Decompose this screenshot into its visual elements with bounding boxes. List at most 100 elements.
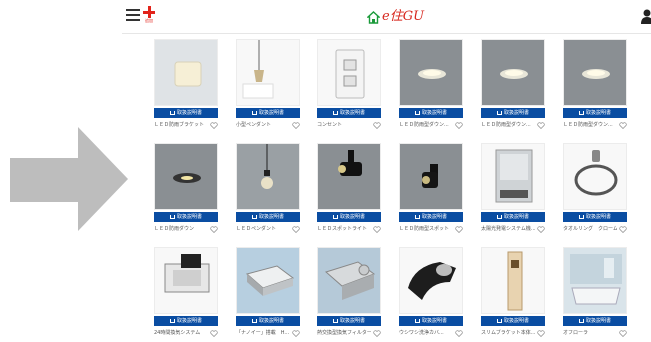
book-icon	[169, 319, 175, 323]
manual-button[interactable]: 取扱説明書	[563, 316, 627, 326]
add-button[interactable]: 追加	[143, 6, 155, 28]
heart-icon[interactable]	[292, 330, 300, 337]
product-card[interactable]: 取扱説明書 24時間換気システム	[154, 247, 218, 342]
product-image[interactable]	[481, 247, 545, 314]
manual-button[interactable]: 取扱説明書	[236, 212, 300, 222]
product-card[interactable]: 取扱説明書 オフローラ	[563, 247, 627, 342]
hamburger-menu-icon[interactable]	[126, 9, 140, 21]
manual-button[interactable]: 取扱説明書	[399, 316, 463, 326]
manual-button[interactable]: 取扱説明書	[399, 108, 463, 118]
product-card[interactable]: 取扱説明書 太陽光発電システム機...	[481, 143, 545, 238]
product-card[interactable]: 取扱説明書 ＬＥＤ防雨型ダウン...	[399, 39, 463, 134]
manual-button[interactable]: 取扱説明書	[154, 316, 218, 326]
product-card[interactable]: 取扱説明書 スリムブラケット本体...	[481, 247, 545, 342]
heart-icon[interactable]	[210, 330, 218, 337]
site-header: 追加 e住GU	[122, 0, 651, 34]
product-name: タオルリング クローム	[563, 226, 617, 232]
heart-icon[interactable]	[210, 226, 218, 233]
book-icon	[496, 111, 502, 115]
book-icon	[578, 215, 584, 219]
product-name: コンセント	[317, 122, 343, 128]
product-image[interactable]	[154, 39, 218, 106]
heart-icon[interactable]	[455, 122, 463, 129]
manual-button[interactable]: 取扱説明書	[317, 212, 381, 222]
manual-button[interactable]: 取扱説明書	[481, 212, 545, 222]
product-image[interactable]	[563, 143, 627, 210]
book-icon	[332, 215, 338, 219]
product-image[interactable]	[236, 143, 300, 210]
product-card[interactable]: 取扱説明書 ＬＥＤスポットライト	[317, 143, 381, 238]
manual-button[interactable]: 取扱説明書	[154, 108, 218, 118]
product-image[interactable]	[481, 39, 545, 106]
product-image[interactable]	[563, 247, 627, 314]
heart-icon[interactable]	[619, 122, 627, 129]
site-logo[interactable]: e住GU	[367, 8, 424, 26]
product-card[interactable]: 取扱説明書 コンセント	[317, 39, 381, 134]
book-icon	[169, 111, 175, 115]
heart-icon[interactable]	[373, 226, 381, 233]
product-card[interactable]: 取扱説明書 ＬＥＤ防雨ブラケット	[154, 39, 218, 134]
product-card[interactable]: 取扱説明書 ＬＥＤ防雨型ダウン...	[481, 39, 545, 134]
product-card[interactable]: 取扱説明書 タオルリング クローム	[563, 143, 627, 238]
manual-button[interactable]: 取扱説明書	[399, 212, 463, 222]
manual-button[interactable]: 取扱説明書	[154, 212, 218, 222]
product-card[interactable]: 取扱説明書 熱交換型換気フィルター...	[317, 247, 381, 342]
add-button-label: 追加	[145, 18, 153, 23]
heart-icon[interactable]	[373, 122, 381, 129]
product-card[interactable]: 取扱説明書 ＬＥＤペンダント	[236, 143, 300, 238]
heart-icon[interactable]	[537, 330, 545, 337]
product-card[interactable]: 取扱説明書 ＬＥＤ防雨型スポット	[399, 143, 463, 238]
book-icon	[496, 215, 502, 219]
heart-icon[interactable]	[210, 122, 218, 129]
heart-icon[interactable]	[537, 226, 545, 233]
product-image[interactable]	[563, 39, 627, 106]
product-image[interactable]	[236, 247, 300, 314]
product-image[interactable]	[399, 247, 463, 314]
heart-icon[interactable]	[373, 330, 381, 337]
manual-button[interactable]: 取扱説明書	[481, 108, 545, 118]
manual-button[interactable]: 取扱説明書	[317, 316, 381, 326]
heart-icon[interactable]	[619, 226, 627, 233]
manual-button[interactable]: 取扱説明書	[236, 316, 300, 326]
heart-icon[interactable]	[292, 122, 300, 129]
product-image[interactable]	[317, 143, 381, 210]
manual-button[interactable]: 取扱説明書	[563, 212, 627, 222]
manual-button[interactable]: 取扱説明書	[563, 108, 627, 118]
book-icon	[578, 319, 584, 323]
manual-button[interactable]: 取扱説明書	[236, 108, 300, 118]
book-icon	[251, 111, 257, 115]
manual-button[interactable]: 取扱説明書	[317, 108, 381, 118]
product-image[interactable]	[154, 143, 218, 210]
product-image[interactable]	[399, 143, 463, 210]
book-icon	[251, 215, 257, 219]
product-card[interactable]: 取扱説明書 ウシワシ洗浄カバ...	[399, 247, 463, 342]
product-image[interactable]	[481, 143, 545, 210]
book-icon	[414, 111, 420, 115]
product-name: ＬＥＤスポットライト	[317, 226, 368, 232]
heart-icon[interactable]	[455, 226, 463, 233]
product-image[interactable]	[317, 39, 381, 106]
product-card[interactable]: 取扱説明書 「ナノイー」搭載 H...	[236, 247, 300, 342]
user-icon[interactable]	[641, 8, 651, 24]
plus-icon	[143, 6, 155, 18]
product-image[interactable]	[399, 39, 463, 106]
heart-icon[interactable]	[292, 226, 300, 233]
heart-icon[interactable]	[455, 330, 463, 337]
manual-button[interactable]: 取扱説明書	[481, 316, 545, 326]
product-card[interactable]: 取扱説明書 小型ペンダント	[236, 39, 300, 134]
house-icon	[367, 10, 380, 24]
product-card[interactable]: 取扱説明書 ＬＥＤ防雨ダウン	[154, 143, 218, 238]
heart-icon[interactable]	[619, 330, 627, 337]
product-image[interactable]	[154, 247, 218, 314]
product-card[interactable]: 取扱説明書 ＬＥＤ防雨型ダウン...	[563, 39, 627, 134]
logo-text: e住GU	[382, 9, 425, 24]
book-icon	[414, 215, 420, 219]
product-name: ＬＥＤ防雨型ダウン...	[563, 122, 613, 128]
product-image[interactable]	[236, 39, 300, 106]
product-name: 太陽光発電システム機...	[481, 226, 535, 232]
book-icon	[496, 319, 502, 323]
product-image[interactable]	[317, 247, 381, 314]
product-name: ＬＥＤ防雨型ダウン...	[399, 122, 449, 128]
product-name: ＬＥＤ防雨型スポット	[399, 226, 450, 232]
heart-icon[interactable]	[537, 122, 545, 129]
